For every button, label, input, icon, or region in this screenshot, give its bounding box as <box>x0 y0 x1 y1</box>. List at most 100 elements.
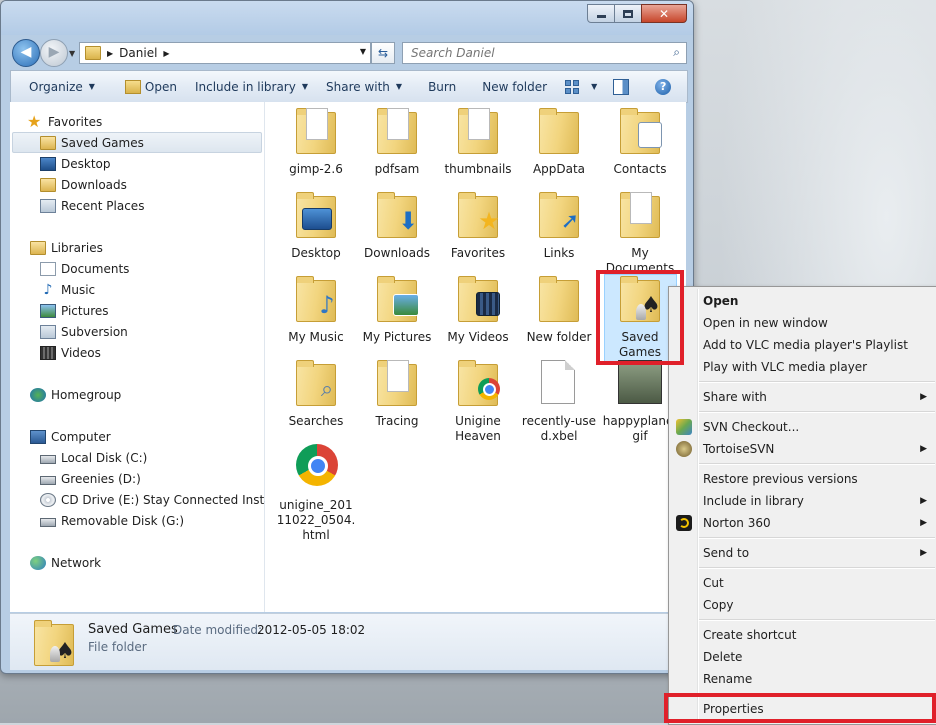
search-icon[interactable]: ⌕ <box>673 45 680 60</box>
nav-downloads[interactable]: Downloads <box>40 174 127 195</box>
list-item[interactable]: recently-used.xbel <box>519 360 599 444</box>
nav-recent-places[interactable]: Recent Places <box>40 195 144 216</box>
breadcrumb-chevron-icon[interactable]: ▶ <box>107 49 113 58</box>
folder-docs-icon <box>456 108 500 156</box>
menu-item-cut[interactable]: Cut <box>671 572 935 594</box>
menu-item-create-shortcut[interactable]: Create shortcut <box>671 624 935 646</box>
preview-pane-button[interactable] <box>613 78 630 95</box>
share-with-button[interactable]: Share with ▼ <box>326 80 402 94</box>
libraries-icon <box>30 240 46 255</box>
desktop-icon <box>40 156 56 171</box>
list-item[interactable]: Unigine Heaven <box>438 360 518 444</box>
nav-local-disk[interactable]: Local Disk (C:) <box>40 447 147 468</box>
chevron-down-icon: ▼ <box>395 82 403 91</box>
list-item[interactable]: New folder <box>519 276 599 345</box>
image-thumbnail-icon <box>618 360 662 408</box>
file-view[interactable]: gimp-2.6 pdfsam thumbnails AppData Conta… <box>265 102 686 612</box>
minimize-button[interactable] <box>587 4 615 23</box>
removable-disk-icon <box>40 517 56 527</box>
list-item[interactable]: thumbnails <box>438 108 518 177</box>
refresh-icon: ⇆ <box>377 46 389 60</box>
menu-item-rename[interactable]: Rename <box>671 668 935 690</box>
menu-item-share-with[interactable]: Share with ▶ <box>671 386 935 408</box>
organize-button[interactable]: Organize ▼ <box>29 80 95 94</box>
menu-item-open-new-window[interactable]: Open in new window <box>671 312 935 334</box>
saved-games-folder-icon: ♠ <box>618 276 662 324</box>
close-button[interactable]: ✕ <box>641 4 687 23</box>
context-menu: Open Open in new window Add to VLC media… <box>668 286 936 725</box>
forward-button[interactable]: ▶ <box>40 39 68 67</box>
list-item[interactable]: gimp-2.6 <box>276 108 356 177</box>
menu-item-norton[interactable]: Norton 360 ▶ <box>671 512 935 534</box>
breadcrumb-chevron-icon[interactable]: ▶ <box>163 49 169 58</box>
address-dropdown-icon[interactable]: ▼ <box>360 47 366 56</box>
searches-folder-icon: ⌕ <box>294 360 338 408</box>
file-icon <box>537 360 581 408</box>
list-item[interactable]: Desktop <box>276 192 356 261</box>
list-item[interactable]: unigine_20111022_0504.html <box>276 444 356 543</box>
breadcrumb-segment[interactable]: Daniel <box>119 46 157 60</box>
chevron-down-icon: ▼ <box>301 82 308 91</box>
nav-favorites[interactable]: ★ Favorites <box>27 111 102 132</box>
nav-network[interactable]: Network <box>30 552 101 573</box>
back-button[interactable]: ◀ <box>12 39 40 67</box>
folder-doc-icon <box>375 108 419 156</box>
maximize-button[interactable] <box>614 4 642 23</box>
change-view-button[interactable]: ▼ <box>565 79 597 94</box>
search-input[interactable] <box>409 43 653 63</box>
tortoisesvn-icon <box>676 441 692 457</box>
menu-item-send-to[interactable]: Send to ▶ <box>671 542 935 564</box>
nav-saved-games[interactable]: Saved Games <box>12 132 262 153</box>
include-in-library-button[interactable]: Include in library ▼ <box>195 80 308 94</box>
nav-desktop[interactable]: Desktop <box>40 153 111 174</box>
pictures-icon <box>40 303 56 318</box>
submenu-arrow-icon: ▶ <box>920 444 927 454</box>
nav-greenies[interactable]: Greenies (D:) <box>40 468 141 489</box>
list-item[interactable]: My Videos <box>438 276 518 345</box>
nav-music[interactable]: ♪ Music <box>40 279 96 300</box>
list-item[interactable]: My Documents <box>600 192 680 276</box>
list-item[interactable]: My Pictures <box>357 276 437 345</box>
recent-pages-dropdown[interactable]: ▼ <box>69 49 75 58</box>
new-folder-button[interactable]: New folder <box>482 80 547 94</box>
nav-computer[interactable]: Computer <box>30 426 111 447</box>
nav-homegroup[interactable]: Homegroup <box>30 384 121 405</box>
list-item[interactable]: Contacts <box>600 108 680 177</box>
nav-documents[interactable]: Documents <box>40 258 129 279</box>
star-icon: ★ <box>27 111 42 131</box>
list-item[interactable]: ➚ Links <box>519 192 599 261</box>
list-item[interactable]: ⌕ Searches <box>276 360 356 429</box>
menu-item-svn-checkout[interactable]: SVN Checkout... <box>671 416 935 438</box>
refresh-button[interactable]: ⇆ <box>371 42 395 64</box>
menu-item-copy[interactable]: Copy <box>671 594 935 616</box>
open-button[interactable]: Open <box>124 79 177 94</box>
address-bar[interactable]: ▶ Daniel ▶ ▼ <box>79 42 371 64</box>
norton-icon <box>676 515 692 531</box>
nav-subversion[interactable]: Subversion <box>40 321 128 342</box>
menu-item-include-library[interactable]: Include in library ▶ <box>671 490 935 512</box>
nav-cd-drive[interactable]: CD Drive (E:) Stay Connected Installer <box>40 489 291 510</box>
list-item[interactable]: pdfsam <box>357 108 437 177</box>
nav-removable-disk[interactable]: Removable Disk (G:) <box>40 510 184 531</box>
downloads-folder-icon: ⬇ <box>375 192 419 240</box>
search-box[interactable]: ⌕ <box>402 42 687 64</box>
help-button[interactable]: ? <box>655 78 672 95</box>
list-item[interactable]: ♪ My Music <box>276 276 356 345</box>
list-item[interactable]: ⬇ Downloads <box>357 192 437 261</box>
menu-item-vlc-playlist[interactable]: Add to VLC media player's Playlist <box>671 334 935 356</box>
list-item[interactable]: AppData <box>519 108 599 177</box>
nav-libraries[interactable]: Libraries <box>30 237 103 258</box>
menu-item-properties[interactable]: Properties <box>671 698 935 720</box>
burn-button[interactable]: Burn <box>428 80 456 94</box>
list-item[interactable]: ★ Favorites <box>438 192 518 261</box>
explorer-window: ✕ ◀ ▶ ▼ ▶ Daniel ▶ ▼ ⇆ ⌕ Organize▼ Open … <box>0 0 694 674</box>
list-item[interactable]: Tracing <box>357 360 437 429</box>
menu-item-delete[interactable]: Delete <box>671 646 935 668</box>
nav-pictures[interactable]: Pictures <box>40 300 109 321</box>
nav-videos[interactable]: Videos <box>40 342 101 363</box>
menu-item-vlc-play[interactable]: Play with VLC media player <box>671 356 935 378</box>
menu-item-tortoisesvn[interactable]: TortoiseSVN ▶ <box>671 438 935 460</box>
menu-item-restore-versions[interactable]: Restore previous versions <box>671 468 935 490</box>
menu-item-open[interactable]: Open <box>671 290 935 312</box>
title-bar[interactable]: ✕ <box>1 1 693 35</box>
